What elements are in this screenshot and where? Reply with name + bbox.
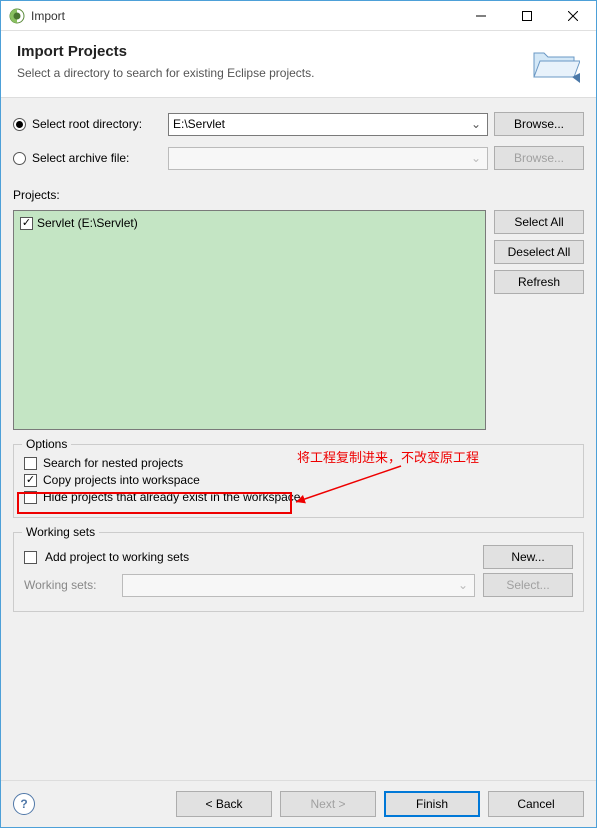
hide-existing-checkbox[interactable] <box>24 491 37 504</box>
chevron-down-icon: ⌄ <box>456 578 470 592</box>
finish-button[interactable]: Finish <box>384 791 480 817</box>
copy-into-workspace-label: Copy projects into workspace <box>43 473 200 487</box>
root-directory-input[interactable]: E:\Servlet ⌄ <box>168 113 488 136</box>
back-button[interactable]: < Back <box>176 791 272 817</box>
deselect-all-button[interactable]: Deselect All <box>494 240 584 264</box>
add-to-working-sets-checkbox[interactable] <box>24 551 37 564</box>
chevron-down-icon: ⌄ <box>469 117 483 131</box>
titlebar: Import <box>1 1 596 31</box>
options-group: Options Search for nested projects Copy … <box>13 444 584 518</box>
select-working-set-button: Select... <box>483 573 573 597</box>
list-item[interactable]: Servlet (E:\Servlet) <box>18 215 481 231</box>
close-icon <box>568 11 578 21</box>
dialog-content: Select root directory: E:\Servlet ⌄ Brow… <box>1 98 596 780</box>
chevron-down-icon: ⌄ <box>469 151 483 165</box>
maximize-icon <box>522 11 532 21</box>
dialog-header: Import Projects Select a directory to se… <box>1 31 596 98</box>
options-legend: Options <box>22 437 71 451</box>
working-sets-label: Working sets: <box>24 578 114 592</box>
working-sets-group: Working sets Add project to working sets… <box>13 532 584 612</box>
archive-file-input: ⌄ <box>168 147 488 170</box>
root-directory-radio[interactable] <box>13 118 26 131</box>
copy-into-workspace-checkbox[interactable] <box>24 474 37 487</box>
projects-label: Projects: <box>13 188 584 202</box>
browse-archive-button: Browse... <box>494 146 584 170</box>
eclipse-icon <box>9 8 25 24</box>
working-sets-dropdown: ⌄ <box>122 574 475 597</box>
header-title: Import Projects <box>17 43 530 60</box>
new-working-set-button[interactable]: New... <box>483 545 573 569</box>
import-dialog: Import Import Projects Select a director… <box>0 0 597 828</box>
archive-file-label: Select archive file: <box>32 151 162 165</box>
browse-root-button[interactable]: Browse... <box>494 112 584 136</box>
maximize-button[interactable] <box>504 1 550 31</box>
hide-existing-label: Hide projects that already exist in the … <box>43 490 300 504</box>
select-all-button[interactable]: Select All <box>494 210 584 234</box>
project-checkbox[interactable] <box>20 217 33 230</box>
search-nested-label: Search for nested projects <box>43 456 183 470</box>
search-nested-checkbox[interactable] <box>24 457 37 470</box>
close-button[interactable] <box>550 1 596 31</box>
minimize-icon <box>476 11 486 21</box>
root-directory-label: Select root directory: <box>32 117 162 131</box>
dialog-footer: ? < Back Next > Finish Cancel <box>1 780 596 827</box>
help-icon: ? <box>20 797 27 811</box>
minimize-button[interactable] <box>458 1 504 31</box>
cancel-button[interactable]: Cancel <box>488 791 584 817</box>
project-item-label: Servlet (E:\Servlet) <box>37 216 138 230</box>
help-button[interactable]: ? <box>13 793 35 815</box>
header-subtitle: Select a directory to search for existin… <box>17 66 530 80</box>
window-title: Import <box>31 9 458 23</box>
refresh-button[interactable]: Refresh <box>494 270 584 294</box>
archive-file-radio[interactable] <box>13 152 26 165</box>
add-to-working-sets-label: Add project to working sets <box>45 550 475 564</box>
projects-listbox[interactable]: Servlet (E:\Servlet) <box>13 210 486 430</box>
working-sets-legend: Working sets <box>22 525 99 539</box>
import-wizard-icon <box>530 43 580 83</box>
next-button: Next > <box>280 791 376 817</box>
root-directory-value: E:\Servlet <box>173 117 225 131</box>
